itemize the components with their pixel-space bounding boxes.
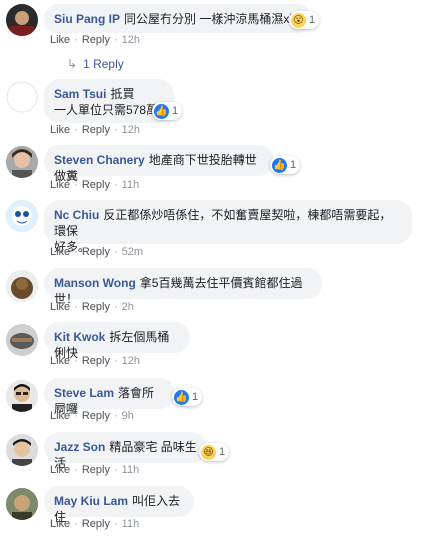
comment-author[interactable]: Kit Kwok	[54, 330, 105, 344]
like-link[interactable]: Like	[50, 518, 70, 530]
comment-text: 抵買	[110, 87, 135, 101]
comment-time[interactable]: 52m	[122, 246, 143, 258]
reply-link[interactable]: Reply	[82, 179, 110, 191]
avatar-image-icon	[6, 200, 38, 232]
reaction-summary[interactable]: 👍 1	[270, 156, 301, 174]
comment-bubble: Steve Lam 落會所屙囉	[44, 378, 175, 416]
comment-author[interactable]: Jazz Son	[54, 440, 105, 454]
avatar[interactable]	[6, 81, 38, 113]
comment-author[interactable]: Sam Tsui	[54, 87, 106, 101]
comment-time[interactable]: 12h	[122, 34, 140, 46]
wow-face-icon: 😮	[291, 12, 306, 28]
reaction-count: 1	[290, 159, 297, 171]
comment-time[interactable]: 12h	[122, 124, 140, 136]
like-link[interactable]: Like	[50, 301, 70, 313]
like-link[interactable]: Like	[50, 124, 70, 136]
comment-bubble: Kit Kwok 拆左個馬桶俐快	[44, 322, 190, 360]
reply-link[interactable]: Reply	[82, 34, 110, 46]
comment-time[interactable]: 2h	[122, 301, 134, 313]
comment-bubble: Steven Chanery 地產商下世投胎轉世做糞	[44, 145, 274, 183]
avatar-image-icon	[6, 434, 38, 466]
thumbs-up-icon: 👍	[272, 157, 287, 173]
comment-time[interactable]: 9h	[122, 410, 134, 422]
avatar[interactable]	[6, 488, 38, 520]
reply-link[interactable]: Reply	[82, 301, 110, 313]
comment-actions: Like · Reply · 11h	[50, 464, 140, 476]
like-link[interactable]: Like	[50, 34, 70, 46]
reply-link[interactable]: Reply	[82, 410, 110, 422]
comment-text-line2: 一人單位只需578萬	[54, 103, 159, 117]
comment-actions: Like · Reply · 2h	[50, 301, 134, 313]
reaction-summary[interactable]: 👍 1	[152, 102, 183, 120]
comment-actions: Like · Reply · 12h	[50, 124, 141, 136]
comment-time[interactable]: 11h	[122, 464, 140, 476]
reply-link[interactable]: Reply	[82, 355, 110, 367]
comment-author[interactable]: Nc Chiu	[54, 208, 99, 222]
like-link[interactable]: Like	[50, 179, 70, 191]
comment-text: 同公屋冇分別 一樣沖涼馬桶濕x晒	[124, 12, 302, 26]
avatar[interactable]	[6, 270, 38, 302]
comment-bubble: Jazz Son 精品豪宅 品味生活	[44, 432, 207, 470]
comment-actions: Like · Reply · 12h	[50, 355, 141, 367]
avatar-image-icon	[6, 4, 38, 36]
comment-time[interactable]: 11h	[122, 518, 140, 530]
comment-actions: Like · Reply · 11h	[50, 518, 140, 530]
comment-actions: Like · Reply · 11h	[50, 179, 140, 191]
avatar-image-icon	[6, 146, 38, 178]
comment-time[interactable]: 12h	[122, 355, 140, 367]
comment-actions: Like · Reply · 9h	[50, 410, 134, 422]
view-replies-link[interactable]: ↳ 1 Reply	[67, 57, 124, 71]
avatar-image-icon	[6, 324, 38, 356]
reaction-count: 1	[309, 14, 316, 26]
reply-arrow-icon: ↳	[67, 57, 78, 71]
avatar[interactable]	[6, 434, 38, 466]
comment-bubble: Siu Pang IP 同公屋冇分別 一樣沖涼馬桶濕x晒	[44, 4, 312, 33]
reply-link[interactable]: Reply	[82, 518, 110, 530]
like-link[interactable]: Like	[50, 246, 70, 258]
avatar[interactable]	[6, 146, 38, 178]
comment-author[interactable]: Steve Lam	[54, 386, 114, 400]
reaction-summary[interactable]: 👍 1	[172, 388, 203, 406]
avatar[interactable]	[6, 324, 38, 356]
comment-actions: Like · Reply · 12h	[50, 34, 141, 46]
comment-text: 反正都係炒唔係住，不如奮賣屋契啦，棟都唔需要起，環保	[54, 208, 392, 238]
comment-actions: Like · Reply · 52m	[50, 246, 144, 258]
avatar-image-icon	[6, 380, 38, 412]
reaction-count: 1	[219, 446, 226, 458]
avatar-image-icon	[6, 270, 38, 302]
comment-bubble: May Kiu Lam 叫佢入去住	[44, 486, 194, 524]
avatar[interactable]	[6, 200, 38, 232]
avatar-image-icon	[6, 488, 38, 520]
reaction-summary[interactable]: 😮 1	[289, 11, 320, 29]
comment-time[interactable]: 11h	[122, 179, 140, 191]
reply-link[interactable]: Reply	[82, 246, 110, 258]
like-link[interactable]: Like	[50, 355, 70, 367]
replies-count: 1 Reply	[83, 57, 124, 71]
like-link[interactable]: Like	[50, 410, 70, 422]
avatar-image-icon	[6, 81, 38, 113]
comment-bubble: Nc Chiu 反正都係炒唔係住，不如奮賣屋契啦，棟都唔需要起，環保 好多。	[44, 200, 412, 254]
reply-link[interactable]: Reply	[82, 464, 110, 476]
comment-author[interactable]: Steven Chanery	[54, 153, 145, 167]
comment-author[interactable]: May Kiu Lam	[54, 494, 128, 508]
thumbs-up-icon: 👍	[154, 103, 169, 119]
thumbs-up-icon: 👍	[174, 389, 189, 405]
haha-face-icon: 😆	[201, 444, 216, 460]
avatar[interactable]	[6, 380, 38, 412]
comment-author[interactable]: Manson Wong	[54, 276, 136, 290]
reply-link[interactable]: Reply	[82, 124, 110, 136]
avatar[interactable]	[6, 4, 38, 36]
reaction-count: 1	[192, 391, 199, 403]
comment-bubble: Manson Wong 拿5百幾萬去住平價賓館都住過世！	[44, 268, 322, 306]
comment-author[interactable]: Siu Pang IP	[54, 12, 120, 26]
like-link[interactable]: Like	[50, 464, 70, 476]
reaction-summary[interactable]: 😆 1	[199, 443, 230, 461]
reaction-count: 1	[172, 105, 179, 117]
